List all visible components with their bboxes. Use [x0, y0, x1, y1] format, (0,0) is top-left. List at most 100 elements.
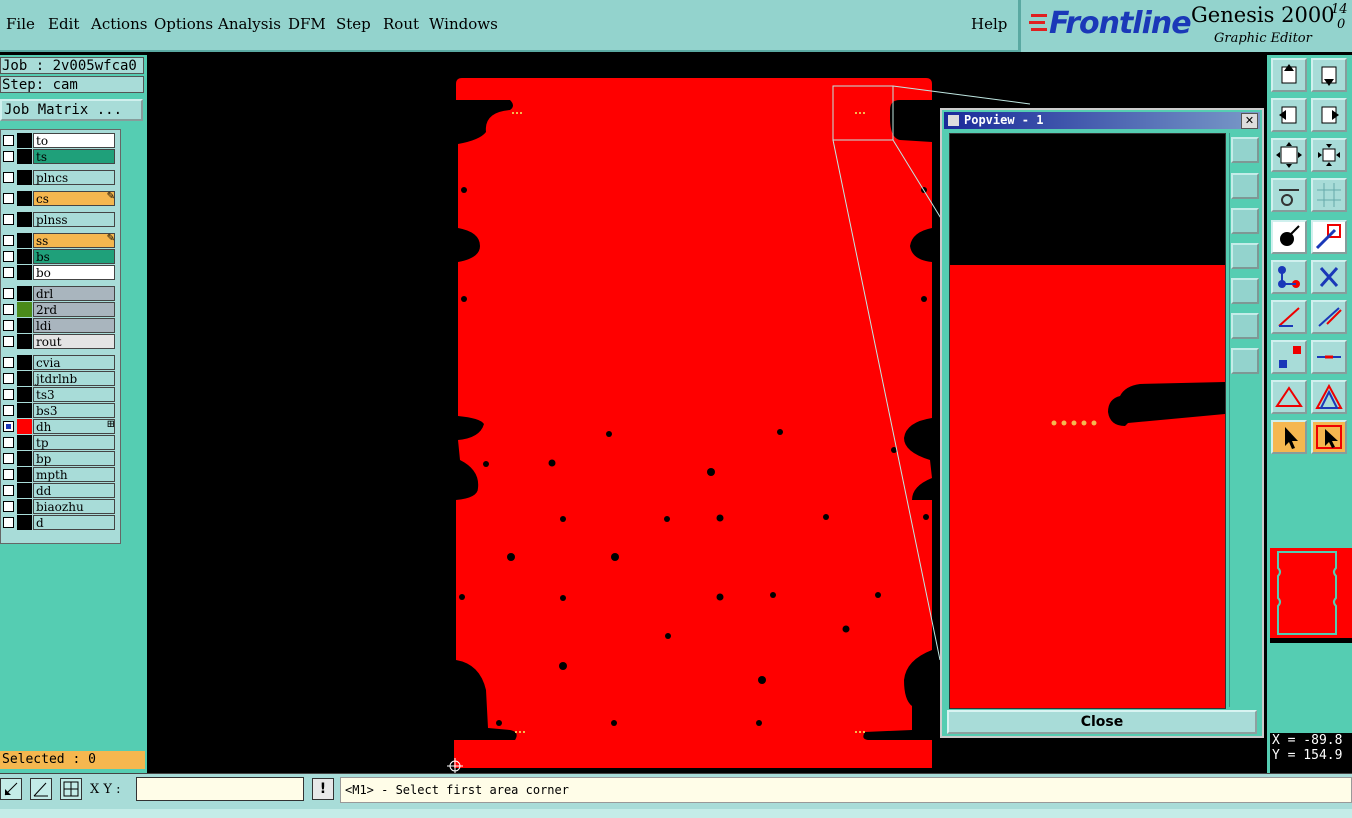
layer-name[interactable]: bp: [33, 451, 115, 466]
popview-pan-left-button[interactable]: [1231, 243, 1259, 269]
layer-name[interactable]: cvia: [33, 355, 115, 370]
menu-actions[interactable]: Actions: [91, 15, 147, 33]
layer-checkbox[interactable]: [3, 405, 14, 416]
pan-up-button[interactable]: [1271, 58, 1307, 92]
layer-row[interactable]: dh ⊞: [1, 419, 117, 434]
layer-name[interactable]: jtdrlnb: [33, 371, 115, 386]
layer-name[interactable]: dh: [33, 419, 115, 434]
layer-color-swatch[interactable]: [17, 233, 32, 248]
layer-checkbox[interactable]: [3, 336, 14, 347]
layer-row[interactable]: plncs: [1, 170, 117, 185]
layer-color-swatch[interactable]: [17, 403, 32, 418]
layer-checkbox[interactable]: [3, 304, 14, 315]
layer-row[interactable]: to: [1, 133, 117, 148]
layer-row[interactable]: bs: [1, 249, 117, 264]
layer-checkbox[interactable]: [3, 320, 14, 331]
layer-row[interactable]: d: [1, 515, 117, 530]
layer-color-swatch[interactable]: [17, 419, 32, 434]
layer-name[interactable]: d: [33, 515, 115, 530]
popview-titlebar[interactable]: Popview - 1 ✕: [944, 112, 1260, 129]
layer-color-swatch[interactable]: [17, 265, 32, 280]
popview-zoom-window-button[interactable]: [1231, 137, 1259, 163]
line-tool-button[interactable]: [1271, 300, 1307, 334]
close-icon[interactable]: ✕: [1241, 113, 1258, 129]
pan-down-button[interactable]: [1311, 58, 1347, 92]
layer-checkbox[interactable]: [3, 235, 14, 246]
snap-tool-button[interactable]: [1271, 340, 1307, 374]
edge-tool-button[interactable]: [1311, 300, 1347, 334]
layer-name[interactable]: drl: [33, 286, 115, 301]
layer-checkbox[interactable]: [3, 469, 14, 480]
settings-tools-button[interactable]: [1271, 178, 1307, 212]
layer-color-swatch[interactable]: [17, 451, 32, 466]
menu-edit[interactable]: Edit: [48, 15, 79, 33]
net-tool-button[interactable]: [1271, 260, 1307, 294]
layer-color-swatch[interactable]: [17, 212, 32, 227]
menu-dfm[interactable]: DFM: [288, 15, 326, 33]
layer-name[interactable]: bo: [33, 265, 115, 280]
layer-name[interactable]: bs3: [33, 403, 115, 418]
menu-windows[interactable]: Windows: [429, 15, 498, 33]
layer-checkbox[interactable]: [3, 151, 14, 162]
layer-color-swatch[interactable]: [17, 467, 32, 482]
popview-pan-up-button[interactable]: [1231, 173, 1259, 199]
warning-button[interactable]: !: [312, 778, 334, 800]
layer-checkbox[interactable]: [3, 373, 14, 384]
layer-row[interactable]: 2rd: [1, 302, 117, 317]
layer-name[interactable]: mpth: [33, 467, 115, 482]
layer-checkbox[interactable]: [3, 251, 14, 262]
layer-row[interactable]: rout: [1, 334, 117, 349]
xy-input[interactable]: [136, 777, 304, 801]
pad-tool-button[interactable]: [1271, 220, 1307, 254]
layer-color-swatch[interactable]: [17, 286, 32, 301]
pan-left-button[interactable]: [1271, 98, 1307, 132]
measure-angle-icon[interactable]: [30, 778, 52, 800]
layer-checkbox[interactable]: [3, 357, 14, 368]
layer-checkbox[interactable]: [3, 193, 14, 204]
layer-checkbox[interactable]: [3, 267, 14, 278]
layer-color-swatch[interactable]: [17, 318, 32, 333]
layer-checkbox[interactable]: [3, 288, 14, 299]
menu-rout[interactable]: Rout: [383, 15, 419, 33]
layer-name[interactable]: to: [33, 133, 115, 148]
layer-row[interactable]: cs ✎: [1, 191, 117, 206]
layer-name[interactable]: bs: [33, 249, 115, 264]
layer-name[interactable]: ts: [33, 149, 115, 164]
measure-tool-button[interactable]: [1311, 340, 1347, 374]
layer-row[interactable]: biaozhu: [1, 499, 117, 514]
layer-color-swatch[interactable]: [17, 191, 32, 206]
layer-color-swatch[interactable]: [17, 170, 32, 185]
zoom-out-button[interactable]: [1311, 138, 1347, 172]
layer-name[interactable]: cs: [33, 191, 115, 206]
layer-row[interactable]: bo: [1, 265, 117, 280]
menu-analysis[interactable]: Analysis: [218, 15, 281, 33]
layer-name[interactable]: tp: [33, 435, 115, 450]
popview-close-button[interactable]: Close: [947, 710, 1257, 734]
window-menu-icon[interactable]: [948, 115, 959, 126]
layer-checkbox[interactable]: [3, 485, 14, 496]
layer-name[interactable]: ts3: [33, 387, 115, 402]
layer-color-swatch[interactable]: [17, 302, 32, 317]
menu-options[interactable]: Options: [154, 15, 213, 33]
layer-color-swatch[interactable]: [17, 355, 32, 370]
grid-snap-icon[interactable]: [60, 778, 82, 800]
layer-row[interactable]: ss ✎: [1, 233, 117, 248]
layer-row[interactable]: mpth: [1, 467, 117, 482]
layer-name[interactable]: plncs: [33, 170, 115, 185]
layer-checkbox[interactable]: [3, 172, 14, 183]
zoom-tool-icon[interactable]: [0, 778, 22, 800]
popview-pan-right-button[interactable]: [1231, 278, 1259, 304]
layer-row[interactable]: ts: [1, 149, 117, 164]
layer-row[interactable]: drl: [1, 286, 117, 301]
layer-name[interactable]: dd: [33, 483, 115, 498]
select-pointer-button[interactable]: [1271, 420, 1307, 454]
layer-name[interactable]: ss: [33, 233, 115, 248]
layer-checkbox[interactable]: [3, 517, 14, 528]
popview-zoom-in-button[interactable]: [1231, 313, 1259, 339]
zoom-in-button[interactable]: [1271, 138, 1307, 172]
area-select-button[interactable]: [1311, 420, 1347, 454]
popview-zoom-out-button[interactable]: [1231, 348, 1259, 374]
layer-color-swatch[interactable]: [17, 387, 32, 402]
layer-color-swatch[interactable]: [17, 435, 32, 450]
layer-name[interactable]: plnss: [33, 212, 115, 227]
